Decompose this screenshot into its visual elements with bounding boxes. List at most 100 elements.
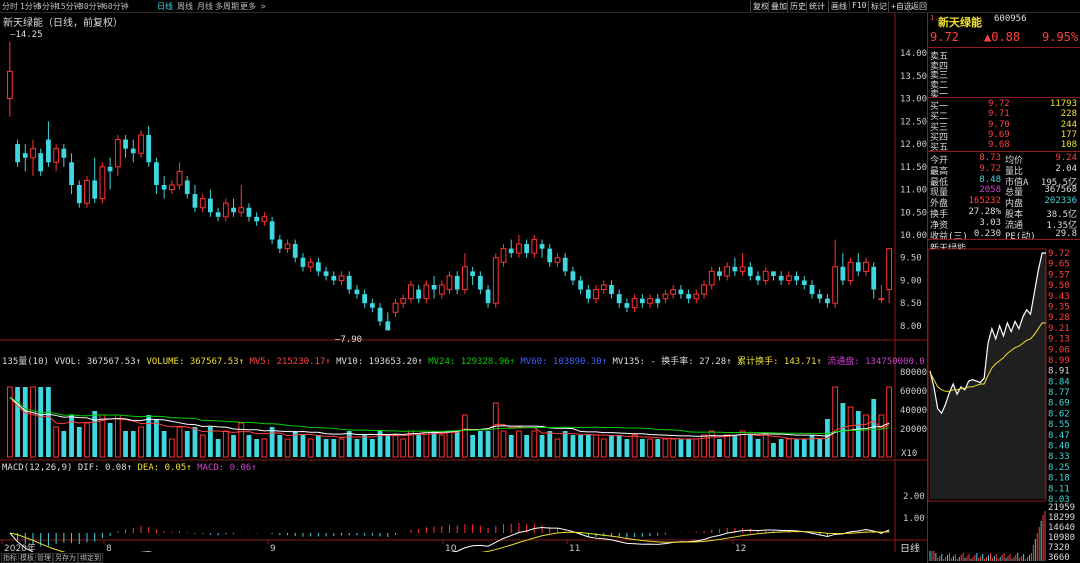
volume-bar [416,435,422,457]
candle-body [292,244,298,258]
period-tab-8[interactable]: 月线 [197,1,213,12]
intraday-price-label: 9.72 [1048,249,1070,259]
candle-body [801,280,807,285]
volume-bar [631,434,638,458]
dea-label: DEA: 0.05↑ [137,463,192,473]
candle-body [362,294,368,304]
candle-body [22,153,28,158]
volume-bar [755,439,761,457]
bid-price: 9.70 [988,119,1010,130]
volume-unit: X10 [901,449,917,459]
volume-bar [747,435,753,457]
candle-body [208,198,213,213]
candle-body [485,289,491,304]
period-tab-0[interactable]: 分时 [2,1,18,12]
period-tab-6[interactable]: 日线 [157,1,173,12]
volume-bar [809,435,815,457]
period-tab-5[interactable]: 60分钟 [103,1,129,12]
volume-bar [222,430,229,458]
toolbar-button-0[interactable]: 复权 [750,1,769,12]
volume-bar [123,431,128,457]
intraday-chart[interactable]: 9.729.659.579.509.439.359.289.219.139.06… [928,237,1080,563]
volume-bar [315,435,321,457]
bottom-tab-3[interactable]: 另存为 [53,553,78,563]
candle-body [570,271,576,281]
volume-bar [500,430,507,458]
candle-body [84,179,90,204]
candle-body [717,271,722,276]
toolbar-button-4[interactable]: 画线 [828,1,847,12]
bottom-tab-2[interactable]: 管理 [35,553,53,563]
stock-name: 新天绿能 [938,16,982,29]
bottom-tab-1[interactable]: 模板 [18,553,36,563]
volume-bar [161,431,167,457]
candle-body [184,180,190,195]
volume-bar [300,435,306,457]
toolbar-button-3[interactable]: 统计 [806,1,825,12]
candle-body [701,284,707,295]
cum-turnover-label: 累计换手: 143.71↑ [737,357,822,367]
volume-bar [732,435,738,457]
candle-body [446,275,453,291]
candle-body [739,266,746,272]
price-axis-label: 11.50 [900,163,927,173]
bottom-tab-0[interactable]: 指标 [1,553,19,563]
bottom-tab-4[interactable]: 绑定到 [78,553,103,563]
candle-body [416,289,422,299]
intraday-price-label: 8.99 [1048,356,1070,366]
stat-value: 9.24 [1055,153,1077,163]
candle-body [354,289,360,295]
candle-body [277,239,283,249]
volume-bar [99,414,106,458]
volume-bar [863,414,869,458]
toolbar-button-8[interactable]: 返回 [908,1,927,12]
volume-bar [192,427,198,457]
volume-bar [801,439,807,457]
candle-body [847,261,854,281]
stock-code: 600956 [994,14,1027,24]
volume-bar [107,423,113,457]
macd-indicator-line: MACD(12,26,9) DIF: 0.08↑ DEA: 0.05↑ MACD… [2,463,257,473]
divider [928,97,1080,98]
period-tab-9[interactable]: 多周期 [215,1,239,12]
stat-value: 2.04 [1055,163,1077,174]
volume-bar [817,439,823,457]
period-tab-4[interactable]: 30分钟 [79,1,105,12]
stat-value: 165232 [968,196,1001,207]
candle-body [840,266,846,281]
bid-price: 9.69 [988,129,1010,140]
candle-body [431,285,437,290]
period-tab-10[interactable]: 更多 > [240,1,266,12]
period-tab-3[interactable]: 15分钟 [56,1,82,12]
candle-body [284,243,291,250]
candle-body [238,207,245,213]
candle-body [655,298,661,304]
quote-header: 1. 新天绿能 600956 [930,14,1079,29]
volume-bar [400,438,407,458]
toolbar-button-5[interactable]: F10 [849,1,866,10]
volume-bar [130,431,136,457]
divider [928,47,1080,48]
candle-body [547,248,553,263]
bid-row: 买五 9.68 108 [930,140,1079,153]
candle-body [199,198,206,209]
volume-bar [762,434,769,458]
period-tab-2[interactable]: 5分钟 [37,1,58,12]
candle-body [470,271,476,276]
period-tab-7[interactable]: 周线 [177,1,193,12]
intraday-price-label: 8.55 [1048,420,1070,430]
toolbar-button-1[interactable]: 叠加 [768,1,787,12]
toolbar-button-2[interactable]: 历史 [787,1,806,12]
toolbar-button-6[interactable]: 标记 [868,1,887,12]
candle-body [231,207,236,213]
stat-row: 今开 8.73 均价 9.24 [930,153,1079,166]
volume-bar [470,435,476,457]
candle-body [609,285,614,295]
candle-body [878,298,885,301]
bid-price: 9.72 [988,99,1010,109]
mv24-label: MV24: 129328.96↑ [428,357,515,367]
candle-body [600,284,607,291]
candle-body [662,293,669,300]
intraday-price-label: 8.33 [1048,452,1070,462]
volume-bar [639,439,645,457]
